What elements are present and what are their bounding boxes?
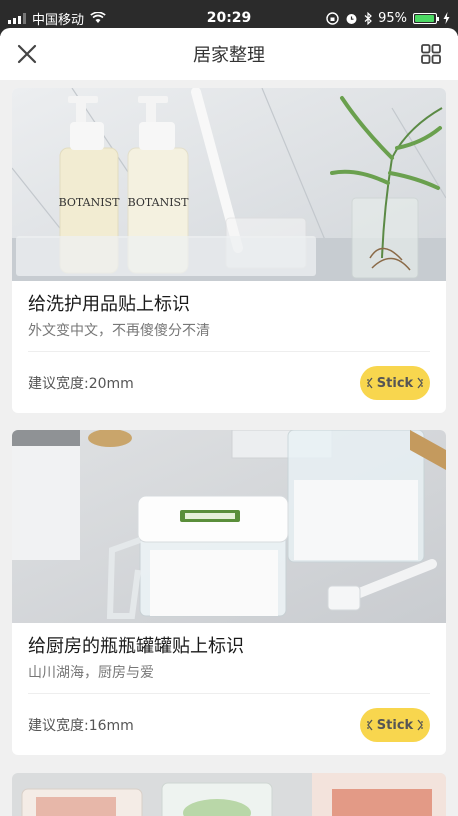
alarm-icon xyxy=(346,13,357,24)
suggested-width: 建议宽度:16mm xyxy=(28,718,134,734)
card-footer: 建议宽度:20mm Stick xyxy=(28,352,430,413)
clock: 20:29 xyxy=(206,10,252,26)
page-title: 居家整理 xyxy=(193,45,265,66)
stick-button[interactable]: Stick xyxy=(360,366,430,400)
wifi-icon xyxy=(90,12,106,23)
orientation-lock-icon xyxy=(326,11,339,25)
bracket-left-icon xyxy=(366,377,373,389)
card-title: 给洗护用品贴上标识 xyxy=(28,294,190,315)
bracket-right-icon xyxy=(417,719,424,731)
status-left: 中国移动 xyxy=(8,9,106,28)
grid-icon[interactable] xyxy=(418,41,444,67)
card-footer: 建议宽度:16mm Stick xyxy=(28,694,430,755)
card-list[interactable]: BOTANIST BOTANIST 给洗护用品贴上标识 外文变中文，不再傻傻分不… xyxy=(0,80,458,816)
stick-button[interactable]: Stick xyxy=(360,708,430,742)
bracket-left-icon xyxy=(366,719,373,731)
food-bags-photo xyxy=(12,773,446,816)
card-title: 给厨房的瓶瓶罐罐贴上标识 xyxy=(28,636,244,657)
card-toiletries[interactable]: BOTANIST BOTANIST 给洗护用品贴上标识 外文变中文，不再傻傻分不… xyxy=(12,88,446,413)
bluetooth-icon xyxy=(364,11,372,25)
card-body: 给洗护用品贴上标识 外文变中文，不再傻傻分不清 建议宽度:20mm Stick xyxy=(12,293,446,413)
stick-label: Stick xyxy=(376,717,414,733)
card-subtitle: 山川湖海，厨房与爱 xyxy=(28,665,154,681)
bathroom-bottles-photo: BOTANIST BOTANIST xyxy=(12,88,446,281)
bottle-label-1: BOTANIST xyxy=(59,196,120,209)
battery-percent: 95% xyxy=(378,10,407,26)
charging-icon xyxy=(443,12,450,24)
battery-icon xyxy=(413,12,439,24)
card-kitchen[interactable]: 给厨房的瓶瓶罐罐贴上标识 山川湖海，厨房与爱 建议宽度:16mm Stick xyxy=(12,430,446,755)
signal-icon xyxy=(8,12,26,24)
status-right: 95% xyxy=(326,11,450,26)
nav-bar: 居家整理 xyxy=(0,28,458,80)
carrier-label: 中国移动 xyxy=(32,12,85,28)
kitchen-containers-photo xyxy=(12,430,446,623)
card-body: 给厨房的瓶瓶罐罐贴上标识 山川湖海，厨房与爱 建议宽度:16mm Stick xyxy=(12,635,446,755)
close-icon[interactable] xyxy=(14,41,40,67)
stick-label: Stick xyxy=(376,375,414,391)
suggested-width: 建议宽度:20mm xyxy=(28,376,134,392)
bottle-label-2: BOTANIST xyxy=(128,196,189,209)
card-subtitle: 外文变中文，不再傻傻分不清 xyxy=(28,323,210,339)
bracket-right-icon xyxy=(417,377,424,389)
